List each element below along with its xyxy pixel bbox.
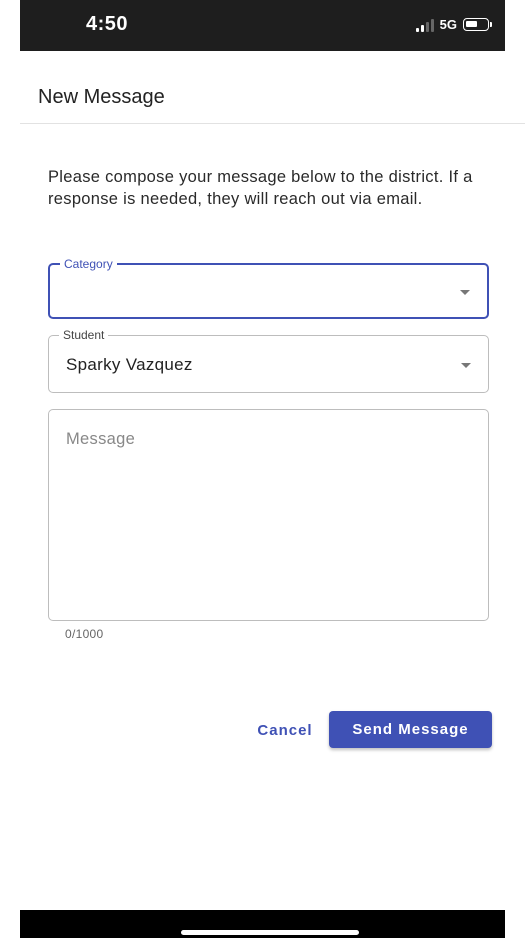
home-bar	[20, 910, 505, 938]
send-message-button[interactable]: Send Message	[329, 711, 492, 748]
status-time: 4:50	[86, 13, 129, 35]
status-indicators: 5G	[415, 17, 492, 32]
student-select[interactable]: Student Sparky Vazquez	[48, 328, 489, 393]
message-textarea[interactable]: Message	[48, 409, 489, 621]
dropdown-arrow-icon	[461, 363, 471, 368]
student-label: Student	[59, 328, 109, 342]
status-bar: 4:50 5G	[20, 0, 505, 51]
student-value: Sparky Vazquez	[66, 355, 193, 374]
network-type: 5G	[439, 17, 457, 32]
intro-text: Please compose your message below to the…	[48, 168, 473, 208]
category-label: Category	[60, 257, 117, 271]
page-title: New Message	[38, 86, 165, 108]
signal-icon	[415, 18, 434, 32]
message-placeholder: Message	[66, 430, 136, 448]
app-header: New Message	[20, 51, 525, 124]
home-indicator[interactable]	[181, 930, 359, 935]
category-select[interactable]: Category	[48, 257, 489, 319]
battery-icon	[463, 18, 492, 31]
character-counter: 0/1000	[65, 627, 104, 641]
cancel-button[interactable]: Cancel	[249, 714, 321, 746]
dropdown-arrow-icon	[460, 290, 470, 295]
